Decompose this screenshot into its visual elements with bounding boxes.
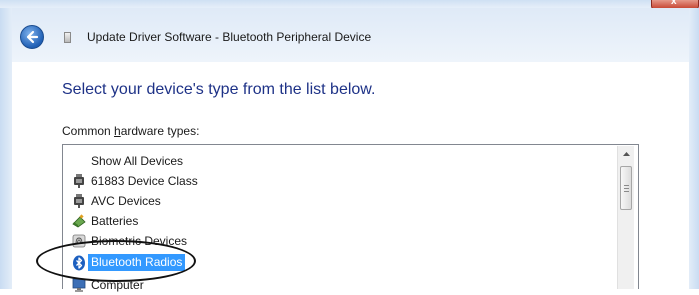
list-item-label: Computer <box>91 278 144 292</box>
back-button[interactable] <box>20 25 44 49</box>
connector-icon <box>74 174 84 188</box>
scroll-thumb[interactable] <box>620 166 632 210</box>
list-item-label: Bluetooth Radios <box>88 254 186 271</box>
list-item-batteries[interactable]: Batteries <box>67 211 607 231</box>
window-title: Update Driver Software - Bluetooth Perip… <box>87 30 372 44</box>
list-item-label: 61883 Device Class <box>91 174 198 188</box>
grip-line <box>624 191 629 192</box>
list-item-bluetooth-radios[interactable]: Bluetooth Radios <box>67 253 607 273</box>
fingerprint-icon <box>72 234 86 248</box>
scroll-up-button[interactable] <box>618 146 635 163</box>
bluetooth-icon <box>73 255 85 271</box>
label-prefix: Common <box>62 124 115 138</box>
window-frame-left <box>0 8 12 289</box>
label-suffix: ardware types: <box>120 124 200 138</box>
grip-line <box>624 185 629 186</box>
connector-icon <box>74 194 84 208</box>
list-item-label: Show All Devices <box>91 154 184 168</box>
list-scrollbar[interactable] <box>617 146 634 289</box>
grip-line <box>624 188 629 189</box>
scroll-up-arrow-icon <box>623 152 630 156</box>
wizard-icon <box>64 32 71 43</box>
list-item-label: AVC Devices <box>91 194 161 208</box>
page-heading: Select your device's type from the list … <box>62 81 376 98</box>
list-item-label: Biometric Devices <box>91 234 188 248</box>
list-item-show-all-devices[interactable]: Show All Devices <box>67 151 607 171</box>
computer-icon <box>72 278 86 292</box>
common-hardware-types-label: Common hardware types: <box>62 124 199 138</box>
window-frame-right <box>689 8 699 289</box>
list-item-label: Batteries <box>91 214 139 228</box>
close-icon: x <box>671 0 677 7</box>
title-bar-top-strip <box>0 0 699 8</box>
back-arrow-icon <box>26 30 39 44</box>
list-item-avc-devices[interactable]: AVC Devices <box>67 191 607 211</box>
list-item-computer[interactable]: Computer <box>67 275 607 295</box>
battery-icon <box>72 214 86 228</box>
list-item-biometric-devices[interactable]: Biometric Devices <box>67 231 607 251</box>
list-item-61883-device-class[interactable]: 61883 Device Class <box>67 171 607 191</box>
hardware-types-list[interactable]: Show All Devices 61883 Device Class AVC … <box>62 144 639 292</box>
label-access-key: h <box>114 124 121 138</box>
